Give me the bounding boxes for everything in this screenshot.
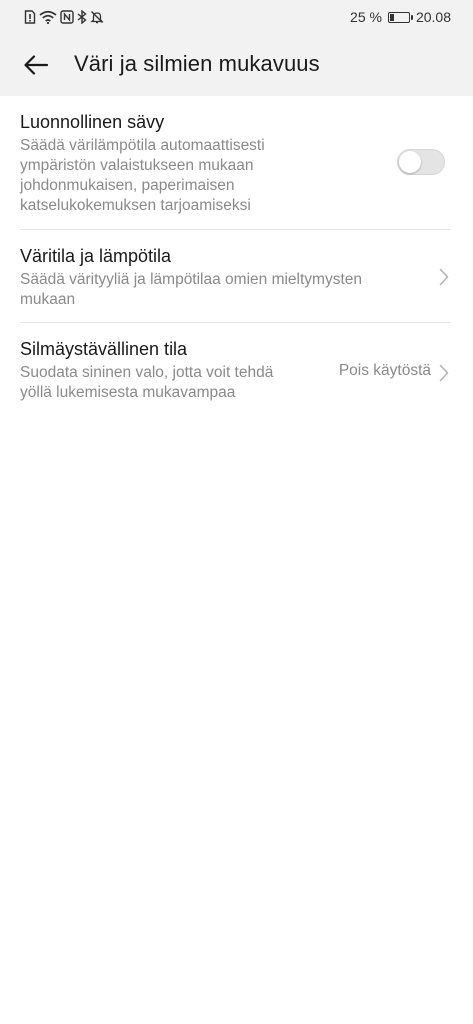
setting-title: Luonnollinen sävy bbox=[20, 112, 165, 132]
arrow-left-icon bbox=[24, 55, 49, 75]
nfc-icon bbox=[60, 10, 74, 24]
setting-description-line: Säädä värityyliä ja lämpötilaa omien mie… bbox=[20, 271, 363, 288]
battery-level bbox=[389, 13, 394, 21]
setting-description-line: mukaan bbox=[20, 291, 76, 308]
status-bar: 25 % 20.08 bbox=[0, 0, 473, 34]
battery-percent: 25 % bbox=[350, 9, 382, 25]
top-bar: 25 % 20.08 Väri ja silmien mukavuus bbox=[0, 0, 473, 96]
chevron-right-icon bbox=[439, 364, 449, 382]
setting-description: Säädä värilämpötila automaattisesti ympä… bbox=[20, 136, 473, 216]
setting-eye-comfort[interactable]: Silmäystävällinen tila Suodata sininen v… bbox=[0, 323, 473, 423]
screen: 25 % 20.08 Väri ja silmien mukavuus Luon… bbox=[0, 0, 473, 1024]
status-right: 25 % 20.08 bbox=[350, 8, 451, 26]
app-bar: Väri ja silmien mukavuus bbox=[0, 34, 473, 96]
setting-description-line: yöllä lukemisesta mukavampaa bbox=[20, 384, 236, 401]
battery-icon bbox=[387, 11, 413, 23]
setting-natural-tone[interactable]: Luonnollinen sävy Säädä värilämpötila au… bbox=[0, 96, 473, 230]
page-title: Väri ja silmien mukavuus bbox=[74, 51, 320, 76]
setting-description-line: johdonmukaisen, paperimaisen bbox=[20, 177, 235, 194]
wifi-icon bbox=[39, 10, 57, 24]
settings-list: Luonnollinen sävy Säädä värilämpötila au… bbox=[0, 96, 473, 423]
setting-description: Säädä värityyliä ja lämpötilaa omien mie… bbox=[20, 270, 473, 310]
status-icons bbox=[24, 9, 104, 25]
chevron-right-icon bbox=[439, 268, 449, 286]
sim-icon bbox=[24, 10, 36, 24]
back-button[interactable] bbox=[14, 43, 58, 87]
eye-comfort-status: Pois käytöstä bbox=[338, 362, 431, 379]
setting-color-mode[interactable]: Väritila ja lämpötila Säädä värityyliä j… bbox=[0, 230, 473, 323]
setting-title: Väritila ja lämpötila bbox=[20, 246, 172, 266]
setting-title: Silmäystävällinen tila bbox=[20, 339, 188, 359]
natural-tone-toggle[interactable] bbox=[397, 149, 445, 175]
toggle-knob bbox=[399, 151, 421, 173]
clock: 20.08 bbox=[415, 9, 451, 25]
bluetooth-icon bbox=[77, 10, 87, 24]
mute-icon bbox=[90, 10, 104, 24]
setting-description-line: katselukokemuksen tarjoamiseksi bbox=[20, 197, 251, 214]
